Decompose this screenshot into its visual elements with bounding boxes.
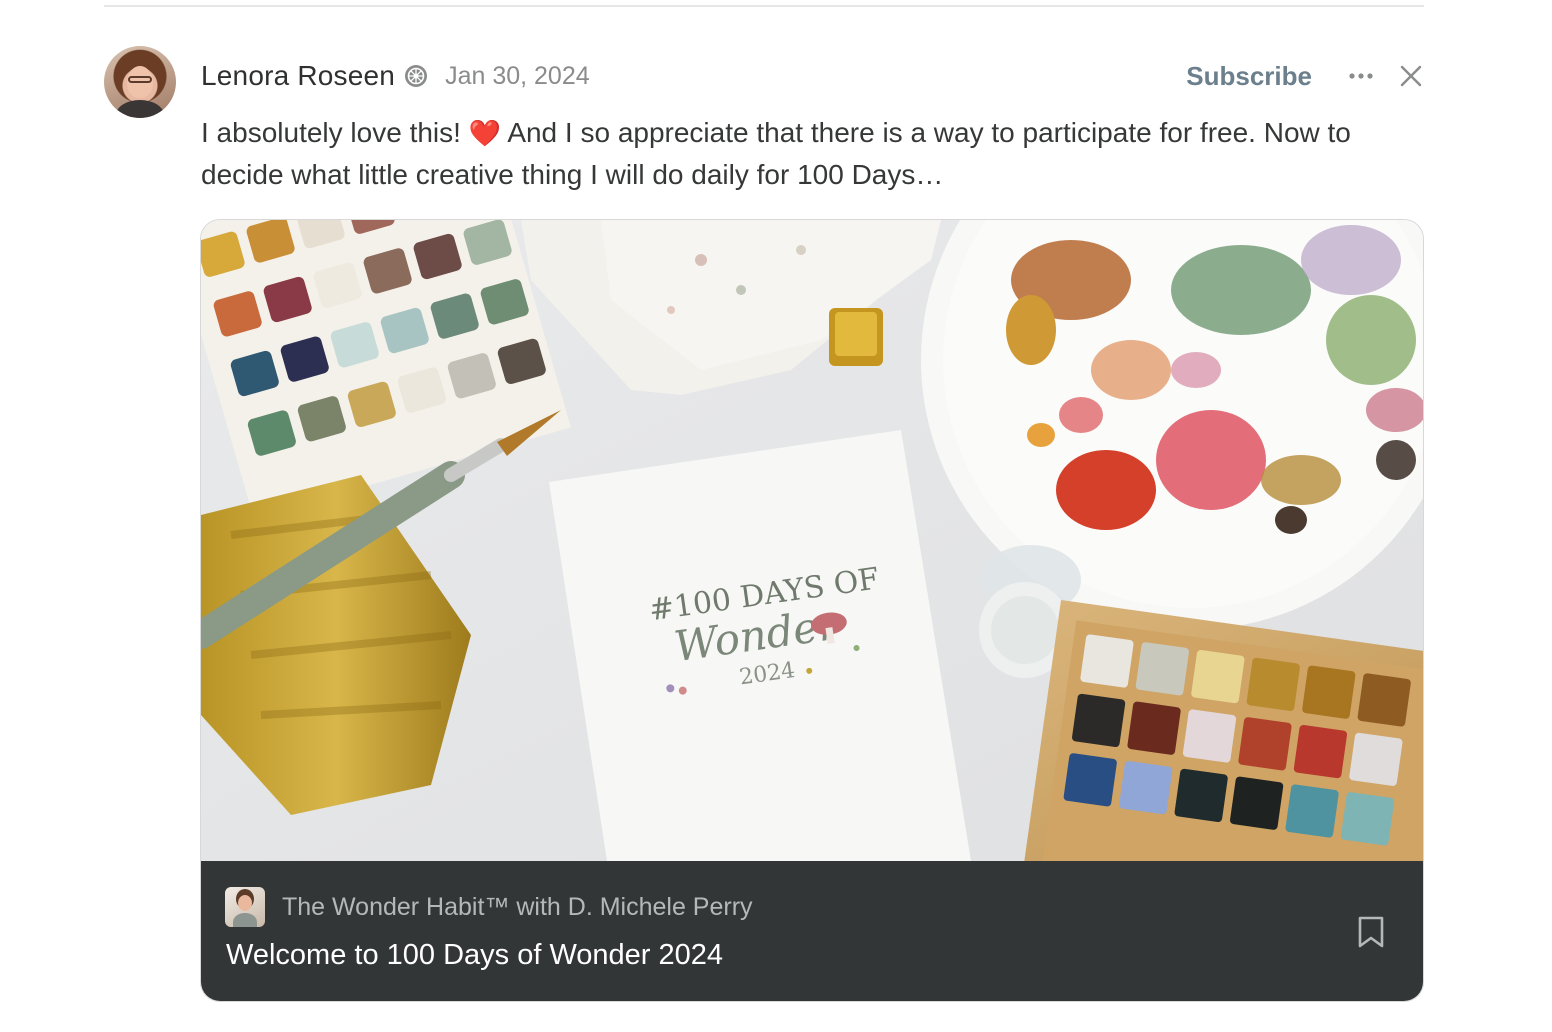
avatar-glasses [128,76,152,83]
author-name[interactable]: Lenora Roseen [201,60,395,92]
more-icon[interactable] [1348,63,1374,89]
subscribe-button[interactable]: Subscribe [1186,61,1312,92]
note-body-text-start: I absolutely love this! [201,117,469,148]
heart-emoji-icon: ❤️ [468,118,502,148]
pub-logo-body [233,913,257,927]
verified-badge-icon [404,64,428,88]
post-card-footer: The Wonder Habit™ with D. Michele Perry … [201,861,1423,1001]
post-date: Jan 30, 2024 [445,61,590,90]
pub-logo-face [238,895,252,911]
publication-name[interactable]: The Wonder Habit™ with D. Michele Perry [282,893,753,922]
publication-logo [225,887,265,927]
note-actions: Subscribe [1186,56,1424,96]
note-body: I absolutely love this! ❤️ And I so appr… [201,112,1424,196]
post-cover-image: #100 DAYS OF Wonder 2024 [201,220,1423,956]
post-title[interactable]: Welcome to 100 Days of Wonder 2024 [226,939,723,972]
post-embed-card[interactable]: #100 DAYS OF Wonder 2024 The Wonder Habi… [200,219,1424,1002]
note-header: Lenora Roseen Jan 30, 2024 [201,56,590,96]
top-divider [104,5,1424,7]
close-icon[interactable] [1398,63,1424,89]
publication-row: The Wonder Habit™ with D. Michele Perry [225,887,753,927]
avatar-shirt [116,100,164,118]
bookmark-icon[interactable] [1357,915,1385,949]
author-avatar[interactable] [104,46,176,118]
